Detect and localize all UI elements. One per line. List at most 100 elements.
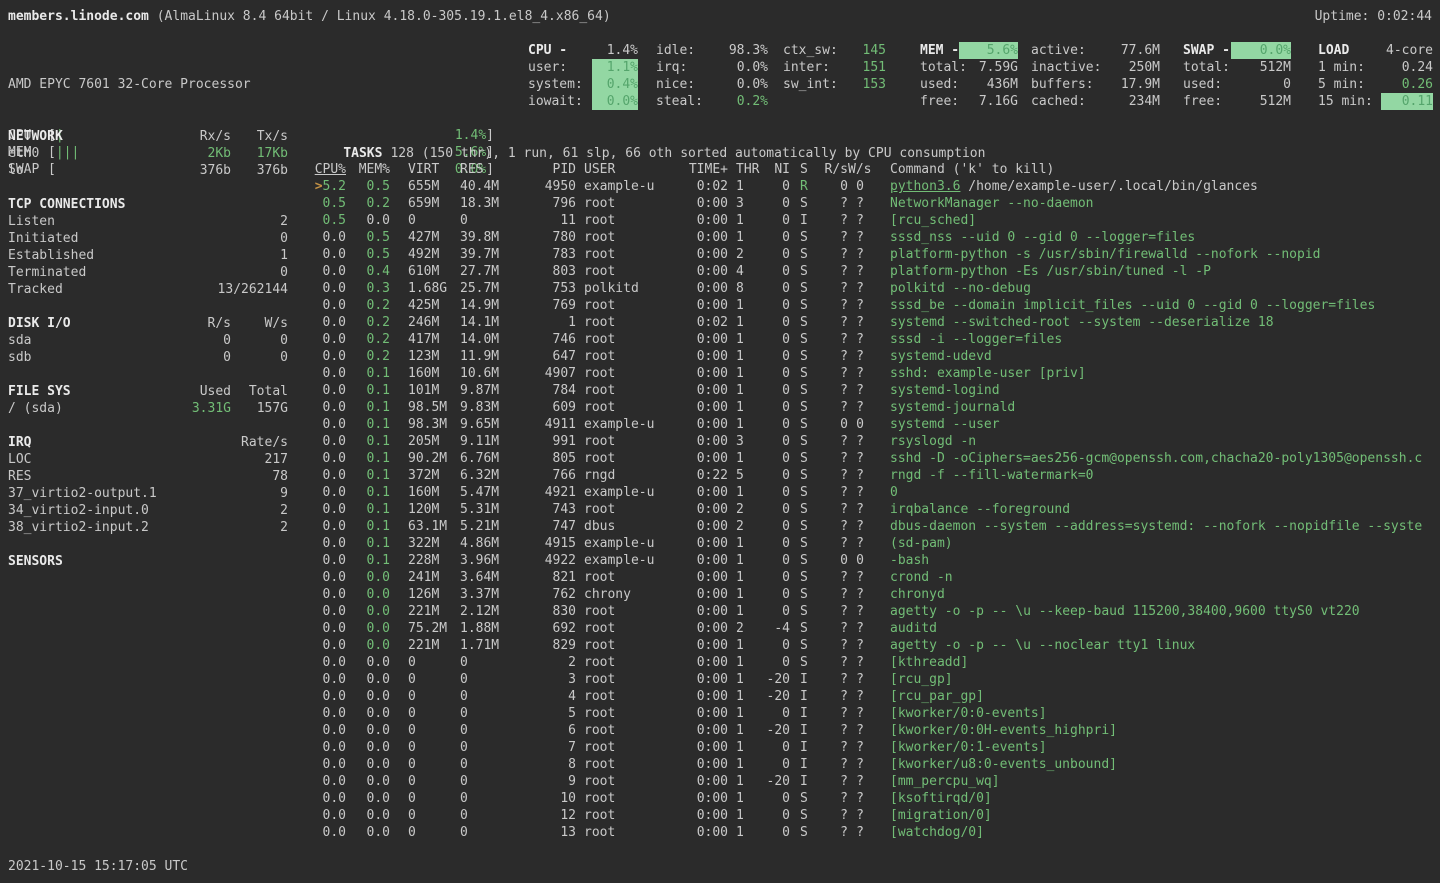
mem-cell: 0.2 — [346, 314, 390, 331]
rs-cell: ? — [822, 790, 848, 807]
sidebar-row-value-a — [171, 213, 231, 230]
ws-cell: ? — [848, 484, 864, 501]
cpu-value: 0.0 — [323, 654, 346, 671]
process-row: 0.00.075.2M1.88M692root0:002-4S??auditd — [312, 620, 1440, 637]
sidebar-row-value-a — [171, 502, 231, 519]
s-cell: S — [800, 586, 822, 603]
ws-cell: 0 — [848, 552, 864, 569]
stat-cell: used:436M — [920, 76, 1018, 93]
pid-cell: 769 — [534, 297, 576, 314]
virt-cell: 0 — [408, 212, 458, 229]
command-cell: -bash — [890, 552, 1440, 569]
stat-cell: active:77.6M — [1031, 42, 1160, 59]
time-cell: 0:00 — [684, 807, 728, 824]
s-cell: S — [800, 637, 822, 654]
res-cell: 0 — [460, 212, 534, 229]
pid-cell: 747 — [534, 518, 576, 535]
sidebar-section-header: IRQRate/s — [8, 434, 288, 451]
s-cell: S — [800, 569, 822, 586]
sidebar-row-label: Tracked — [8, 281, 158, 298]
command-cell: systemd-udevd — [890, 348, 1440, 365]
user-cell: root — [584, 654, 684, 671]
s-cell: S — [800, 382, 822, 399]
section-col-b: W/s — [231, 315, 288, 332]
sidebar-section: TCP CONNECTIONSListen2Initiated0Establis… — [8, 196, 288, 298]
mem-cell: 0.0 — [346, 790, 390, 807]
stat-label: user: — [528, 59, 567, 76]
pid-cell: 8 — [534, 756, 576, 773]
cpu-value: 0.0 — [323, 722, 346, 739]
virt-cell: 0 — [408, 807, 458, 824]
time-cell: 0:22 — [684, 467, 728, 484]
glances-terminal[interactable]: members.linode.com (AlmaLinux 8.4 64bit … — [0, 0, 1440, 883]
mem-cell: 0.0 — [346, 722, 390, 739]
clock: 2021-10-15 15:17:05 UTC — [8, 858, 188, 875]
res-cell: 40.4M — [460, 178, 534, 195]
command-name: python3.6 — [890, 179, 960, 194]
command-cell: 0 — [890, 484, 1440, 501]
pid-cell: 805 — [534, 450, 576, 467]
time-cell: 0:00 — [684, 246, 728, 263]
rs-cell: ? — [822, 297, 848, 314]
command-cell: sssd_be--domain implicit_files --uid 0 -… — [890, 297, 1440, 314]
pid-cell: 1 — [534, 314, 576, 331]
virt-cell: 427M — [408, 229, 458, 246]
sidebar-row-label: sda — [8, 332, 171, 349]
res-cell: 6.76M — [460, 450, 534, 467]
virt-cell: 0 — [408, 739, 458, 756]
process-row: 0.00.0126M3.37M762chrony0:0010S??chronyd — [312, 586, 1440, 603]
ni-cell: 0 — [764, 824, 790, 841]
virt-cell: 90.2M — [408, 450, 458, 467]
command-name: (sd-pam) — [890, 536, 953, 551]
stat-value: 17.9M — [1121, 76, 1160, 93]
sidebar-row: 37_virtio2-output.19 — [8, 485, 288, 502]
cpu-value: 0.0 — [323, 450, 346, 467]
ni-cell: -20 — [764, 671, 790, 688]
s-cell: S — [800, 246, 822, 263]
ws-cell: ? — [848, 739, 864, 756]
cpu-value: 0.0 — [323, 348, 346, 365]
pid-cell: 830 — [534, 603, 576, 620]
sidebar-section: IRQRate/sLOC217RES7837_virtio2-output.19… — [8, 434, 288, 536]
res-cell: 9.65M — [460, 416, 534, 433]
stat-label: sw_int: — [783, 76, 838, 93]
time-cell: 0:00 — [684, 603, 728, 620]
ni-cell: 0 — [764, 246, 790, 263]
sidebar-row: LOC217 — [8, 451, 288, 468]
cpu-value: 0.0 — [323, 790, 346, 807]
cpu_panel-row: user:1.1%irq:0.0%inter:151 — [528, 59, 886, 76]
command-cell: [kworker/0:1-events] — [890, 739, 1440, 756]
time-cell: 0:00 — [684, 569, 728, 586]
virt-cell: 0 — [408, 688, 458, 705]
sidebar-row-value-a — [171, 468, 231, 485]
ni-cell: 0 — [764, 739, 790, 756]
command-name: [watchdog/0] — [890, 825, 984, 840]
sidebar-row: Listen2 — [8, 213, 288, 230]
command-args: --user — [945, 417, 1000, 432]
thr-cell: 1 — [736, 637, 764, 654]
stat-value: 0.0% — [737, 76, 768, 93]
mem-cell: 0.2 — [346, 195, 390, 212]
sidebar-row-value-a — [171, 485, 231, 502]
thr-cell: 4 — [736, 263, 764, 280]
cpu-value: 0.0 — [323, 416, 346, 433]
thr-cell: 1 — [736, 348, 764, 365]
command-args: -o -p -- \u --keep-baud 115200,38400,960… — [937, 604, 1360, 619]
sidebar-row-label: RES — [8, 468, 171, 485]
thr-cell: 2 — [736, 501, 764, 518]
column-header-thr: THR — [736, 161, 764, 178]
user-cell: root — [584, 450, 684, 467]
command-cell: systemd-logind — [890, 382, 1440, 399]
ws-cell: ? — [848, 790, 864, 807]
load_panel-row: 15 min:0.11 — [1318, 93, 1433, 110]
time-cell: 0:00 — [684, 229, 728, 246]
command-args: -n — [953, 434, 976, 449]
process-row: 0.00.1228M3.96M4922example-u0:0010S00-ba… — [312, 552, 1440, 569]
s-cell: S — [800, 807, 822, 824]
mem-cell: 0.1 — [346, 433, 390, 450]
res-cell: 0 — [460, 688, 534, 705]
time-cell: 0:02 — [684, 178, 728, 195]
cpu-cell: 0.0 — [312, 450, 346, 467]
command-args: -n — [929, 570, 952, 585]
mem-cell: 0.1 — [346, 552, 390, 569]
